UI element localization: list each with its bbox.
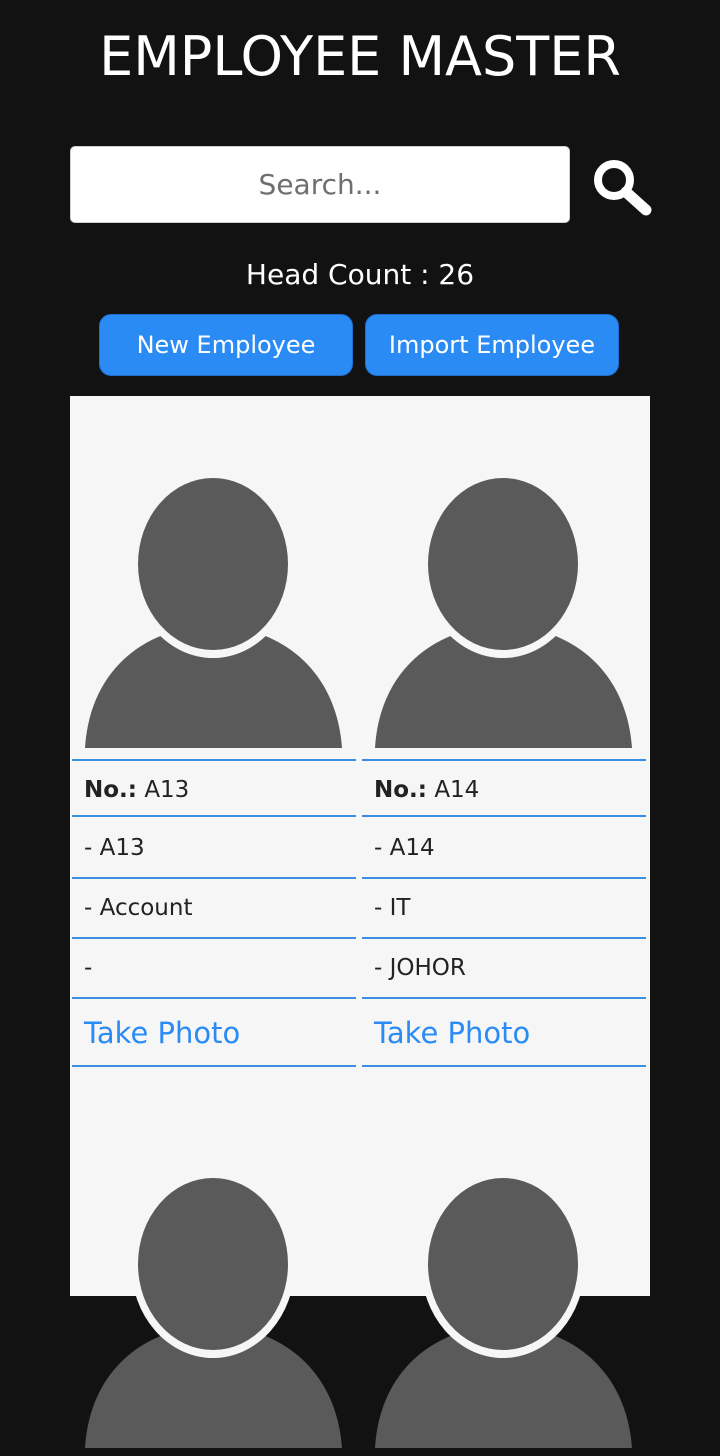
employee-location: - JOHOR [362, 939, 646, 999]
employee-department: - Account [72, 879, 356, 939]
employee-location: - [72, 939, 356, 999]
page-title: EMPLOYEE MASTER [99, 25, 621, 88]
avatar-placeholder-icon [375, 1170, 632, 1448]
employee-no-label: No.: [374, 777, 427, 803]
employee-no: No.: A14 [362, 759, 646, 817]
employee-name: - A14 [362, 819, 646, 879]
head-count: Head Count : 26 [245, 258, 475, 291]
import-employee-button[interactable]: Import Employee [365, 314, 619, 376]
avatar-placeholder-icon [85, 470, 342, 748]
new-employee-button[interactable]: New Employee [99, 314, 353, 376]
search-icon[interactable] [588, 154, 654, 220]
employee-no-value: A13 [144, 777, 190, 803]
search-input[interactable] [70, 146, 570, 223]
employee-department: - IT [362, 879, 646, 939]
employee-no-label: No.: [84, 777, 137, 803]
employee-name: - A13 [72, 819, 356, 879]
take-photo-link[interactable]: Take Photo [72, 999, 356, 1067]
take-photo-link[interactable]: Take Photo [362, 999, 646, 1067]
employee-grid: No.: A13 - A13 - Account - Take Photo No… [70, 396, 650, 1448]
avatar-placeholder-icon [85, 1170, 342, 1448]
avatar-placeholder-icon [375, 470, 632, 748]
employee-no: No.: A13 [72, 759, 356, 817]
employee-no-value: A14 [434, 777, 480, 803]
